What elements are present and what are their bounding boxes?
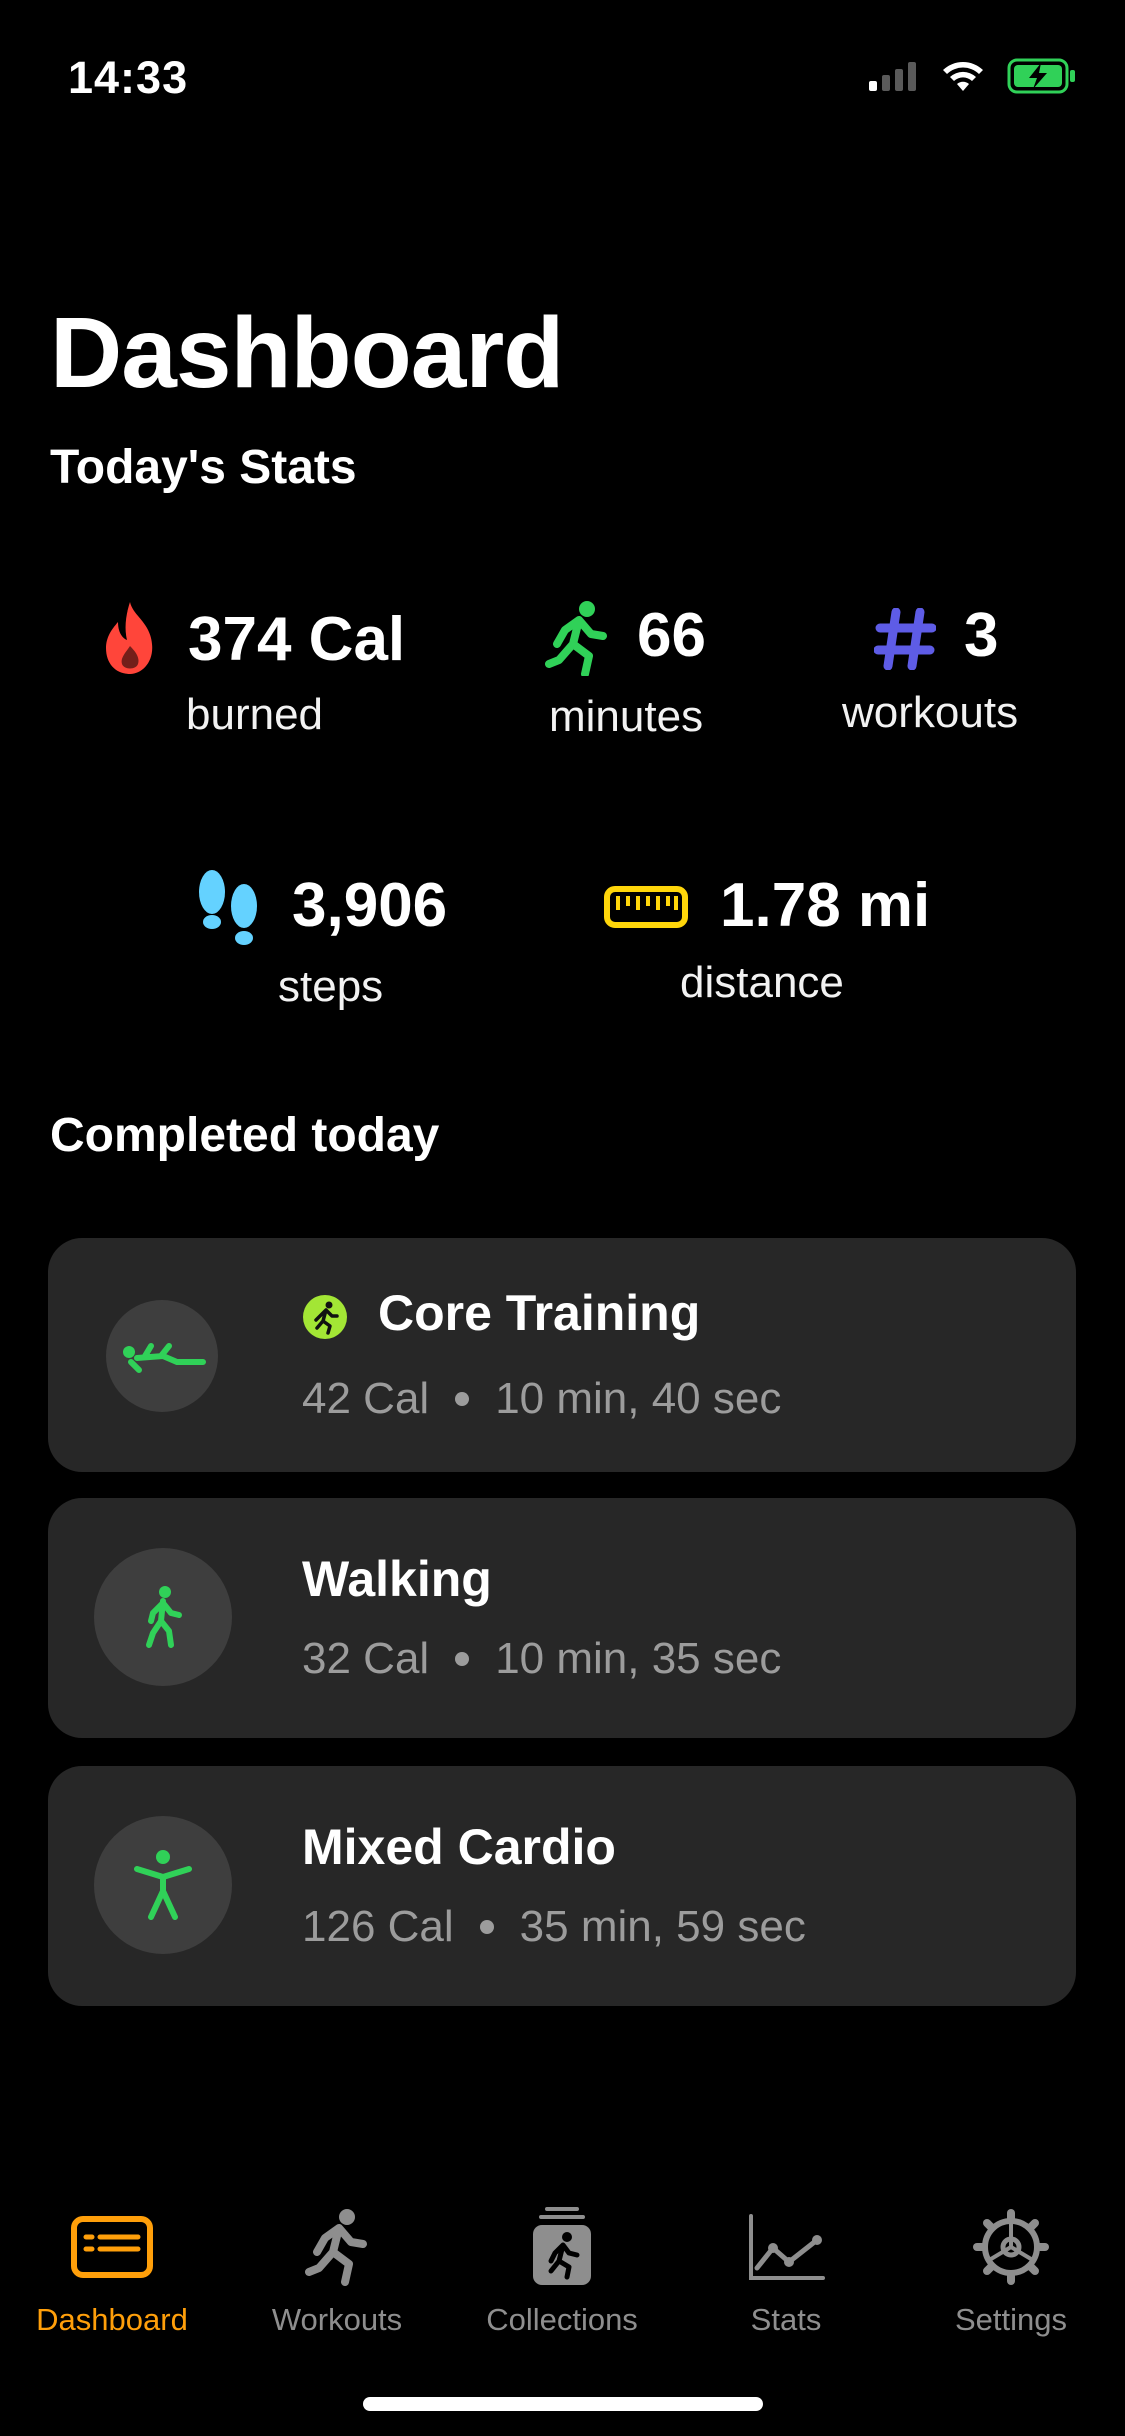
stat-label: steps [278,962,384,1011]
workout-duration: 10 min, 40 sec [495,1374,782,1423]
cardio-figure-icon [134,1850,192,1920]
workout-meta: 32 Cal 10 min, 35 sec [302,1634,781,1684]
battery-charging-icon [1007,58,1075,94]
tab-label: Dashboard [36,2302,188,2337]
stat-label: minutes [549,692,704,741]
chart-line-icon [749,2214,825,2280]
workout-title: Walking [302,1551,492,1607]
separator-dot [455,1392,470,1406]
tab-label: Workouts [271,2302,403,2337]
home-indicator[interactable] [363,2397,763,2411]
wifi-icon [943,62,983,91]
tab-settings[interactable]: Settings [911,2190,1111,2338]
status-bar: 14:33 [0,0,1125,140]
tab-label: Settings [954,2302,1067,2337]
stat-value: 1.78 mi [720,871,931,940]
core-training-icon [123,1343,206,1373]
workout-avatar [94,1548,232,1686]
stat-label: distance [680,958,844,1007]
workout-title: Mixed Cardio [302,1819,616,1875]
stat-label: workouts [842,688,1019,737]
status-time: 14:33 [68,52,189,103]
stat-label: burned [186,690,324,739]
footprints-icon [199,870,257,945]
collections-icon [533,2207,591,2285]
tab-label: Collections [486,2302,638,2337]
tab-collections[interactable]: Collections [462,2190,662,2338]
tab-stats[interactable]: Stats [686,2190,886,2338]
workout-card[interactable]: Walking 32 Cal 10 min, 35 sec [48,1498,1076,1738]
workout-duration: 10 min, 35 sec [495,1634,782,1683]
walking-figure-icon [146,1586,182,1648]
workout-avatar [94,1816,232,1954]
tab-workouts[interactable]: Workouts [237,2190,437,2338]
cellular-signal-icon [869,62,916,91]
separator-dot [479,1920,494,1934]
section-title: Completed today [50,1109,440,1162]
stat-value: 374 Cal [188,605,406,674]
page-subtitle: Today's Stats [50,441,357,494]
dashboard-icon [71,2216,153,2278]
hash-icon [874,608,936,670]
workout-calories: 126 Cal [302,1902,454,1951]
tab-bar: Dashboard Workouts Collections Stats Set… [0,2190,1125,2350]
tab-label: Stats [750,2302,822,2337]
stat-value: 3 [964,601,999,670]
workout-title: Core Training [378,1285,701,1341]
running-figure-icon [545,601,607,676]
stat-value: 66 [637,601,706,670]
running-badge-icon [303,1295,347,1339]
workout-calories: 32 Cal [302,1634,430,1683]
gear-icon [973,2209,1049,2285]
stat-value: 3,906 [292,871,448,940]
running-figure-icon [305,2209,367,2286]
workout-meta: 42 Cal 10 min, 40 sec [302,1374,781,1424]
page-title: Dashboard [50,297,564,409]
workout-avatar [106,1300,218,1412]
status-icons [869,58,1077,94]
workout-meta: 126 Cal 35 min, 59 sec [302,1902,806,1952]
separator-dot [455,1652,470,1666]
workout-card[interactable]: Core Training 42 Cal 10 min, 40 sec [48,1238,1076,1472]
ruler-icon [604,886,688,928]
workout-calories: 42 Cal [302,1374,430,1423]
flame-icon [106,602,153,674]
tab-dashboard[interactable]: Dashboard [12,2190,212,2338]
workout-card[interactable]: Mixed Cardio 126 Cal 35 min, 59 sec [48,1766,1076,2006]
workout-duration: 35 min, 59 sec [519,1902,806,1951]
